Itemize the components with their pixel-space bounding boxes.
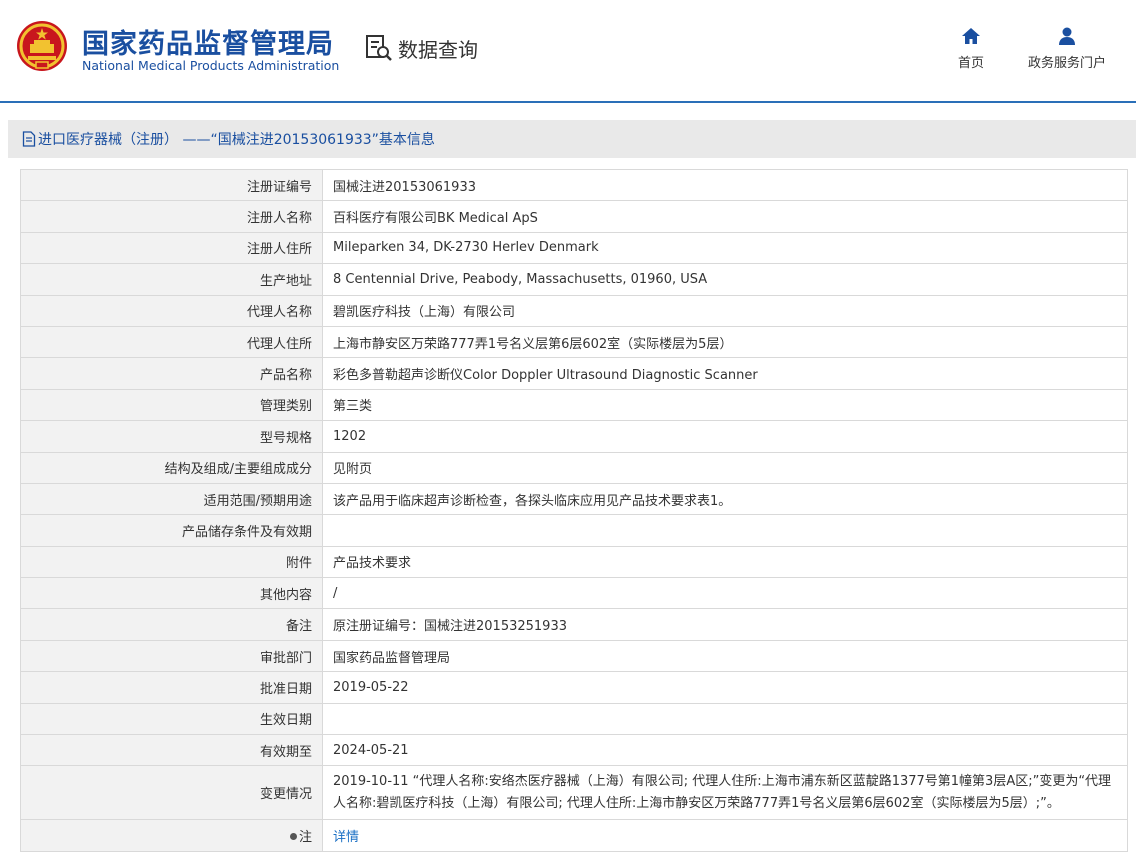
table-row: 注册证编号 国械注进20153061933	[20, 168, 1128, 202]
table-row: 注册人名称 百科医疗有限公司BK Medical ApS	[20, 200, 1128, 233]
note-label-cell: 注	[20, 819, 323, 852]
table-row: 审批部门 国家药品监督管理局	[20, 639, 1128, 673]
row-value: 第三类	[322, 388, 1128, 422]
row-label: 生产地址	[20, 263, 323, 296]
table-row: 注册人住所 Mileparken 34, DK-2730 Herlev Denma…	[20, 231, 1128, 265]
table-row: 批准日期 2019-05-22	[20, 671, 1128, 704]
note-value-cell: 详情	[322, 819, 1128, 852]
nav-portal-label: 政务服务门户	[1027, 56, 1106, 71]
row-value	[322, 514, 1128, 547]
org-name-cn: 国家药品监督管理局	[82, 29, 334, 60]
table-row: 生效日期	[20, 702, 1128, 736]
document-search-icon	[366, 35, 392, 61]
row-value: 2019-10-11 “代理人名称:安络杰医疗器械（上海）有限公司; 代理人住所…	[322, 765, 1128, 821]
user-icon	[1059, 27, 1075, 45]
row-label: 审批部门	[20, 639, 323, 673]
row-label: 代理人住所	[20, 325, 323, 359]
row-label: 结构及组成/主要组成成分	[20, 451, 323, 484]
table-row: 有效期至 2024-05-21	[20, 734, 1128, 767]
nav-home-label: 首页	[957, 56, 984, 71]
org-name-en: National Medical Products Administration	[82, 58, 340, 73]
row-value: 该产品用于临床超声诊断检查，各探头临床应用见产品技术要求表1。	[322, 482, 1128, 516]
row-value: 碧凯医疗科技（上海）有限公司	[322, 294, 1128, 327]
row-value: 1202	[322, 420, 1128, 453]
site-header: 国家药品监督管理局 National Medical Products Admi…	[0, 0, 1136, 100]
row-value: 原注册证编号：国械注进20153251933	[322, 608, 1128, 641]
row-value: 上海市静安区万荣路777弄1号名义层第6层602室（实际楼层为5层）	[322, 325, 1128, 359]
row-value	[322, 702, 1128, 736]
row-label: 批准日期	[20, 671, 323, 704]
row-value: 2024-05-21	[322, 734, 1128, 767]
table-row: 管理类别 第三类	[20, 388, 1128, 422]
row-label: 附件	[20, 545, 323, 579]
table-row: 变更情况 2019-10-11 “代理人名称:安络杰医疗器械（上海）有限公司; 代…	[20, 765, 1128, 821]
table-row: 结构及组成/主要组成成分 见附页	[20, 451, 1128, 484]
row-label: 变更情况	[20, 765, 323, 821]
row-value: 国家药品监督管理局	[322, 639, 1128, 673]
bulb-icon	[289, 833, 297, 841]
row-label: 管理类别	[20, 388, 323, 422]
data-query-title: 数据查询	[364, 33, 478, 63]
row-label: 注册证编号	[20, 168, 323, 202]
row-value: 彩色多普勒超声诊断仪Color Doppler Ultrasound Diagn…	[322, 357, 1128, 390]
table-row: 附件 产品技术要求	[20, 545, 1128, 579]
data-query-label: 数据查询	[398, 37, 478, 62]
breadcrumb-text: 进口医疗器械（注册） ——“国械注进20153061933”基本信息	[38, 132, 435, 148]
table-row: 代理人住所 上海市静安区万荣路777弄1号名义层第6层602室（实际楼层为5层）	[20, 325, 1128, 359]
note-label: 注	[298, 830, 312, 846]
row-label: 有效期至	[20, 734, 323, 767]
table-row: 型号规格 1202	[20, 420, 1128, 453]
row-label: 代理人名称	[20, 294, 323, 327]
home-icon	[962, 28, 980, 44]
table-row: 备注 原注册证编号：国械注进20153251933	[20, 608, 1128, 641]
table-row: 生产地址 8 Centennial Drive, Peabody, Massach…	[20, 263, 1128, 296]
row-label: 产品名称	[20, 357, 323, 390]
row-label: 其他内容	[20, 577, 323, 610]
header-divider	[0, 101, 1136, 103]
breadcrumb: 进口医疗器械（注册） ——“国械注进20153061933”基本信息	[8, 120, 1136, 158]
nav-home[interactable]: 首页	[956, 26, 986, 71]
table-row: 产品名称 彩色多普勒超声诊断仪Color Doppler Ultrasound D…	[20, 357, 1128, 390]
row-value: 产品技术要求	[322, 545, 1128, 579]
row-value: /	[322, 577, 1128, 610]
row-label: 适用范围/预期用途	[20, 482, 323, 516]
row-value: 2019-05-22	[322, 671, 1128, 704]
row-value: 百科医疗有限公司BK Medical ApS	[322, 200, 1128, 233]
row-label: 产品储存条件及有效期	[20, 514, 323, 547]
table-row: 产品储存条件及有效期	[20, 514, 1128, 547]
row-value: 见附页	[322, 451, 1128, 484]
info-table: 注册证编号 国械注进20153061933 注册人名称 百科医疗有限公司BK Med…	[20, 168, 1128, 852]
row-value: Mileparken 34, DK-2730 Herlev Denmark	[322, 231, 1128, 265]
table-row: 代理人名称 碧凯医疗科技（上海）有限公司	[20, 294, 1128, 327]
row-value: 国械注进20153061933	[322, 168, 1128, 202]
row-label: 生效日期	[20, 702, 323, 736]
row-label: 型号规格	[20, 420, 323, 453]
row-value: 8 Centennial Drive, Peabody, Massachuset…	[322, 263, 1128, 296]
document-icon	[22, 131, 36, 147]
row-label: 注册人名称	[20, 200, 323, 233]
nav-portal[interactable]: 政务服务门户	[1026, 26, 1108, 71]
table-row-note: 注 详情	[20, 819, 1128, 852]
table-row: 适用范围/预期用途 该产品用于临床超声诊断检查，各探头临床应用见产品技术要求表1。	[20, 482, 1128, 516]
table-row: 其他内容 /	[20, 577, 1128, 610]
row-label: 注册人住所	[20, 231, 323, 265]
details-link[interactable]: 详情	[333, 830, 359, 845]
row-label: 备注	[20, 608, 323, 641]
national-emblem-icon	[17, 21, 67, 71]
